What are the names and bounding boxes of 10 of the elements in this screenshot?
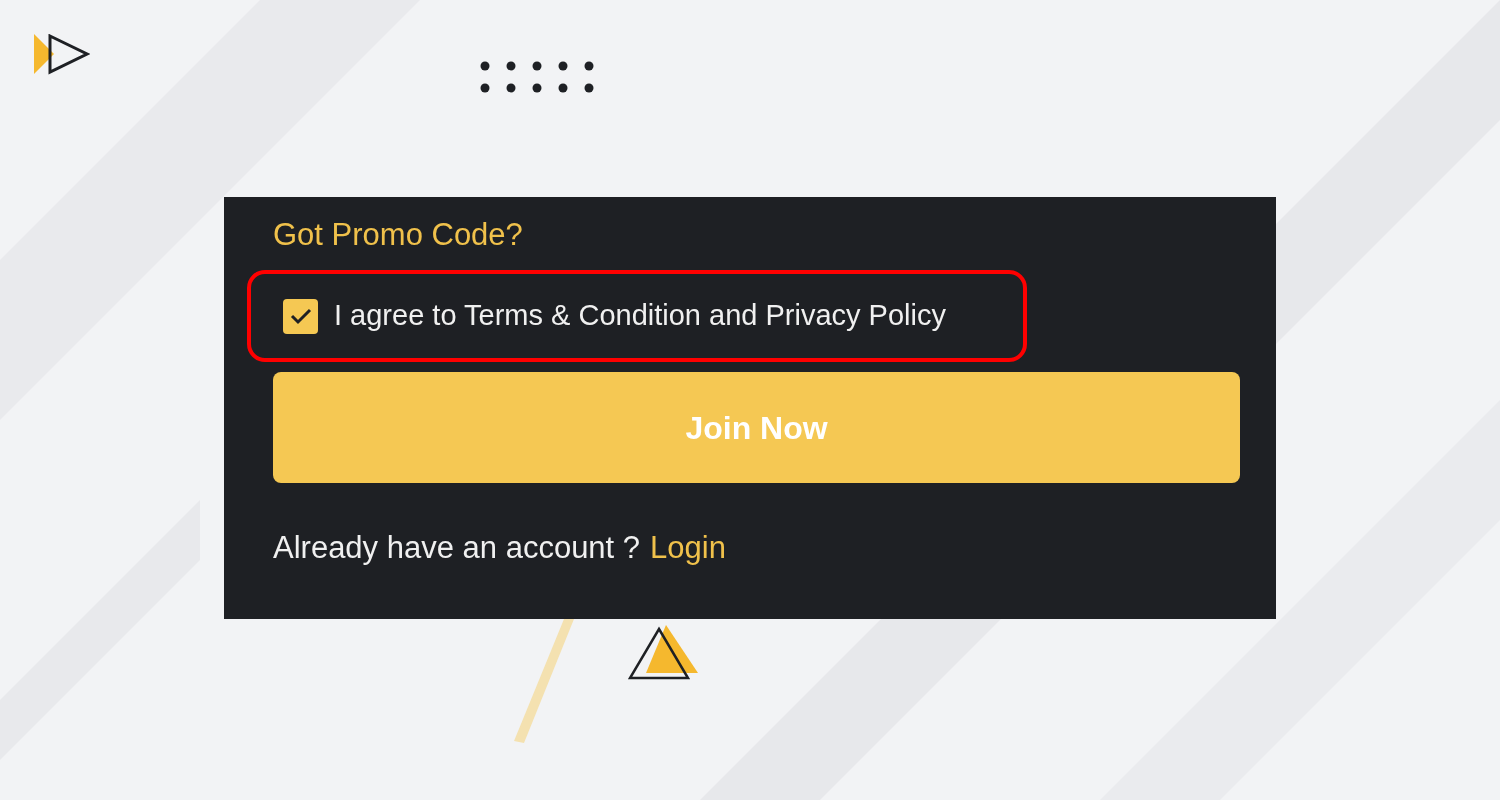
account-prompt: Already have an account ? [273,529,641,567]
agree-checkbox[interactable] [283,298,318,334]
agreement-text: I agree to Terms & Condition and Privacy Policy [334,298,946,334]
triangles-icon [628,623,700,681]
login-link[interactable]: Login [650,525,726,572]
play-triangles-logo-icon [34,34,90,76]
dot-grid-icon [478,60,596,93]
checkmark-icon [288,306,313,326]
slanted-line-icon [514,619,574,743]
promo-code-link[interactable]: Got Promo Code? [273,215,523,255]
